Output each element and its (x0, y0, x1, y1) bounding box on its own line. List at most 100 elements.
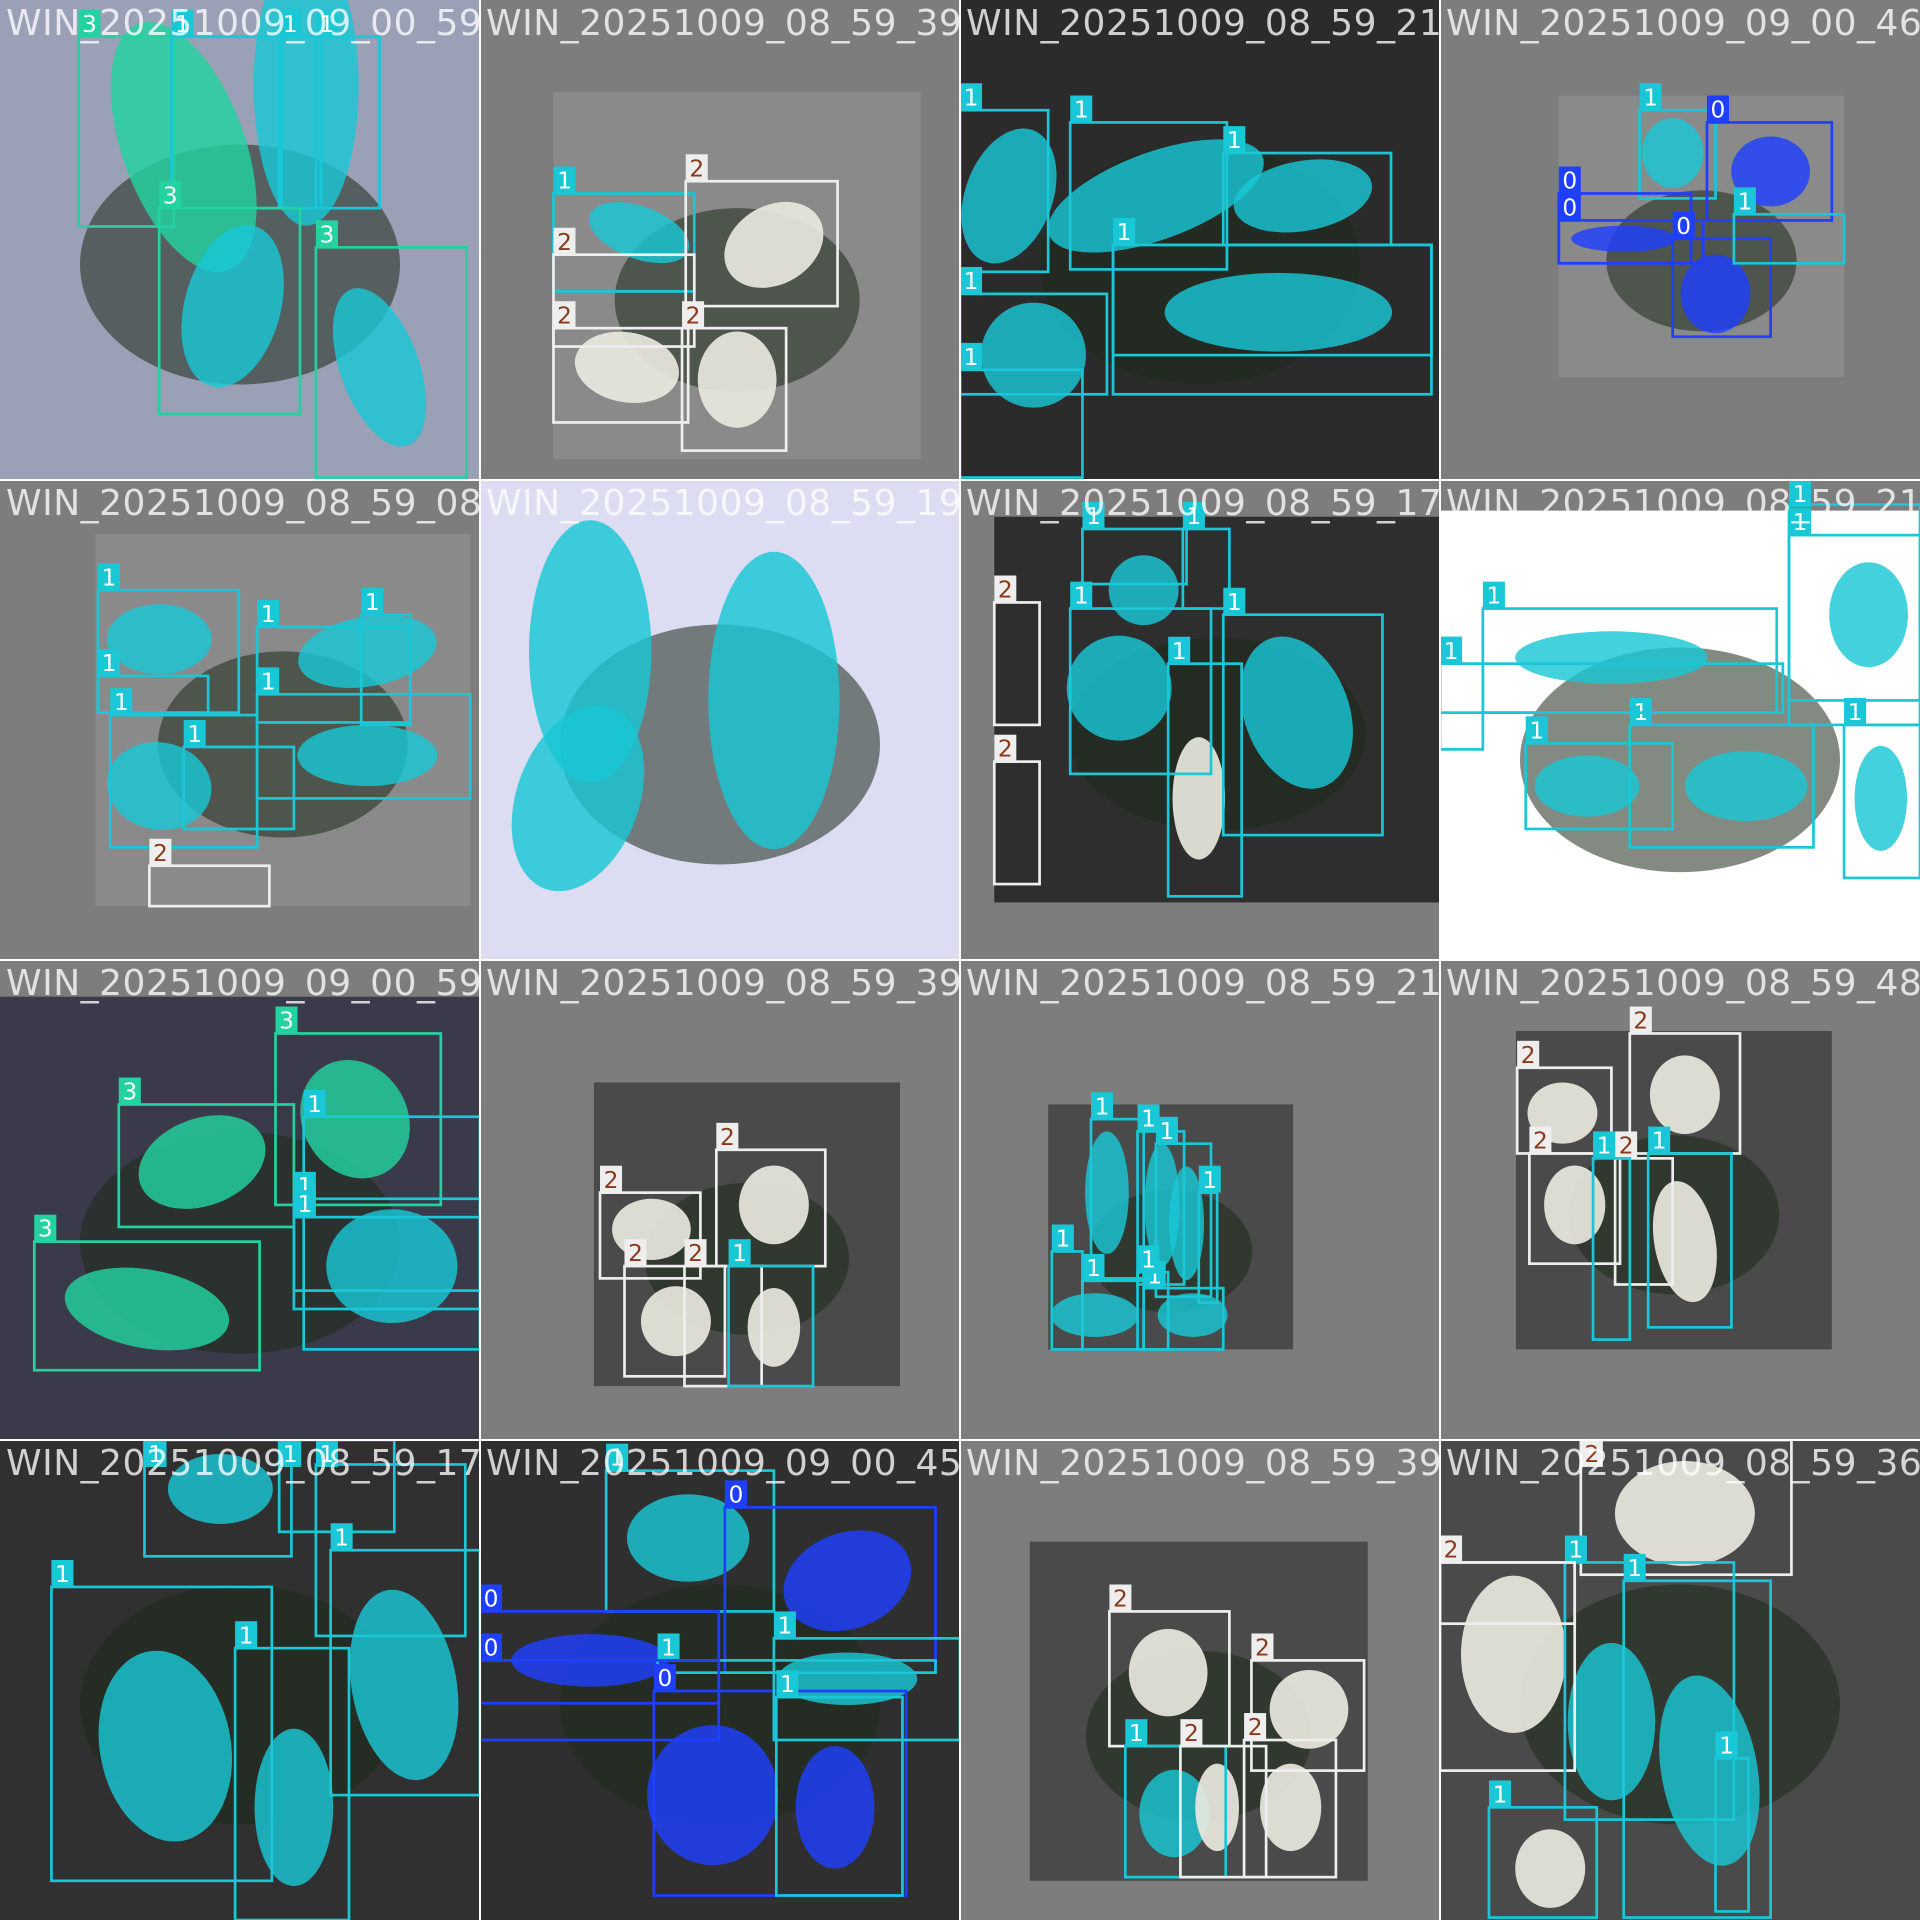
mosaic-tile: 1 0 0 0 0 1 WIN_20251009_09_00_46_ (1440, 0, 1920, 480)
class-tag: 1 (557, 168, 572, 195)
class-tag: 1 (1486, 583, 1501, 610)
mosaic-tile: 2 2 1 2 2 WIN_20251009_08_59_39_ (960, 1440, 1440, 1920)
mosaic-tile: 11111111 WIN_20251009_08_59_21_ (960, 960, 1440, 1440)
class-tag: 1 (102, 564, 117, 591)
leaf-mask (1642, 118, 1704, 189)
class-tag: 2 (1444, 1537, 1459, 1564)
class-tag: 2 (557, 302, 572, 329)
detection-overlay: 3 1 1 133 (0, 0, 480, 480)
leaf-mask (738, 1165, 809, 1245)
class-tag: 2 (1633, 1008, 1648, 1035)
leaf-mask (1829, 562, 1908, 668)
class-tag: 2 (1619, 1132, 1634, 1159)
detection-overlay: 11111111 (1048, 1092, 1294, 1351)
class-tag: 1 (239, 1622, 254, 1649)
class-tag: 1 (1160, 1118, 1175, 1145)
leaf-mask (106, 604, 212, 675)
class-tag: 0 (1562, 195, 1577, 222)
leaf-mask (647, 1725, 779, 1866)
leaf-mask (980, 302, 1086, 408)
leaf-mask (1544, 1165, 1606, 1245)
class-tag: 1 (1055, 1226, 1070, 1253)
class-tag: 3 (122, 1079, 137, 1106)
leaf-mask (1534, 755, 1640, 817)
detection-overlay: 333111 (0, 996, 480, 1440)
class-tag: 1 (1737, 188, 1752, 215)
class-tag: 1 (261, 668, 276, 695)
class-tag: 2 (1184, 1720, 1199, 1747)
leaf-mask (1195, 1763, 1240, 1852)
class-tag: 1 (334, 1524, 349, 1551)
mosaic-tile: 1 0 0 1 0 0 1 1 WIN_20251009_09_00_45_ (480, 1440, 960, 1920)
class-tag: 1 (1074, 97, 1089, 124)
mosaic-tile: 11111111WIN_20251009_08_59_21_ (1440, 480, 1920, 960)
class-tag: 2 (689, 155, 704, 182)
class-tag: 1 (1202, 1167, 1217, 1194)
class-tag: 1 (114, 689, 129, 716)
grid-separator-horizontal (0, 959, 1920, 961)
grid-separator-vertical (1439, 0, 1441, 1920)
class-tag: 1 (1569, 1537, 1584, 1564)
leaf-mask (1515, 631, 1708, 684)
mosaic-tile: 1 1 1 2 2 1 1 WIN_20251009_08_59_17_ (960, 480, 1440, 960)
leaf-mask (1050, 1293, 1139, 1337)
mosaic-tile: 2 2 2 2 1 1 WIN_20251009_08_59_48_ (1440, 960, 1920, 1440)
class-tag: 1 (1493, 1781, 1508, 1808)
class-tag: 2 (998, 577, 1013, 604)
leaf-mask (1649, 1055, 1720, 1135)
class-tag: 1 (964, 268, 979, 295)
class-tag: 0 (484, 1586, 499, 1613)
class-tag: 1 (1627, 1555, 1642, 1582)
detection-overlay: 1 1 1111 (0, 1440, 480, 1920)
image-filename-caption: WIN_20251009_09_00_59_ (6, 963, 480, 1004)
class-tag: 2 (688, 1240, 703, 1267)
class-tag: 2 (1113, 1586, 1128, 1613)
leaf-mask (297, 724, 438, 787)
detection-overlay: 1111111 (960, 0, 1440, 480)
class-tag: 1 (732, 1240, 747, 1267)
image-filename-caption: WIN_20251009_09_00_59_ (6, 3, 480, 44)
detection-overlay: 1 00001 (1557, 83, 1846, 378)
detection-mosaic-grid: 3 1 1 1 3 3 WIN_20251009_09_00_59_ 1 2 2 2 2 WIN_202… (0, 0, 1920, 1920)
leaf-mask (1164, 272, 1393, 352)
leaf-mask (1567, 1642, 1656, 1801)
leaf-mask (640, 1286, 711, 1357)
detection-overlay (480, 480, 960, 960)
class-tag: 1 (1227, 127, 1242, 154)
leaf-mask (612, 1198, 691, 1260)
class-tag: 1 (1141, 1246, 1156, 1273)
detection-overlay: 100100 11 (480, 1440, 960, 1920)
class-tag: 3 (320, 221, 335, 248)
mosaic-tile: 1 2 2 2 2 WIN_20251009_08_59_39_ (480, 0, 960, 480)
image-filename-caption: WIN_20251009_08_59_21_ (1446, 483, 1920, 524)
leaf-mask (1515, 1829, 1586, 1908)
leaf-mask (1460, 1575, 1566, 1734)
class-tag: 1 (964, 84, 979, 111)
leaf-mask (1260, 1763, 1322, 1852)
leaf-mask (326, 1209, 458, 1323)
class-tag: 1 (1652, 1128, 1667, 1155)
class-tag: 2 (557, 229, 572, 256)
image-filename-caption: WIN_20251009_08_59_21_ (966, 3, 1440, 44)
class-tag: 1 (1141, 1106, 1156, 1133)
class-tag: 2 (628, 1240, 643, 1267)
class-tag: 2 (1255, 1635, 1270, 1662)
image-filename-caption: WIN_20251009_09_00_46_ (1446, 3, 1920, 44)
image-filename-caption: WIN_20251009_08_59_08_ (6, 483, 480, 524)
class-tag: 1 (1086, 1255, 1101, 1282)
mosaic-tile: 1111111WIN_20251009_08_59_21_ (960, 0, 1440, 480)
image-filename-caption: WIN_20251009_08_59_17_ (966, 483, 1440, 524)
leaf-mask (697, 331, 777, 428)
leaf-mask (254, 1728, 334, 1887)
image-filename-caption: WIN_20251009_08_59_21_ (966, 963, 1440, 1004)
leaf-mask (1108, 555, 1179, 626)
class-tag: 1 (1227, 589, 1242, 616)
mosaic-tile: 2211211WIN_20251009_08_59_36_ (1440, 1440, 1920, 1920)
class-tag: 2 (998, 736, 1013, 763)
class-tag: 0 (1676, 213, 1691, 240)
class-tag: 0 (484, 1635, 499, 1662)
class-tag: 2 (604, 1167, 619, 1194)
leaf-mask (708, 551, 840, 850)
detection-overlay: 11111111 (1440, 480, 1920, 960)
image-filename-caption: WIN_20251009_08_59_39_ (966, 1443, 1440, 1484)
